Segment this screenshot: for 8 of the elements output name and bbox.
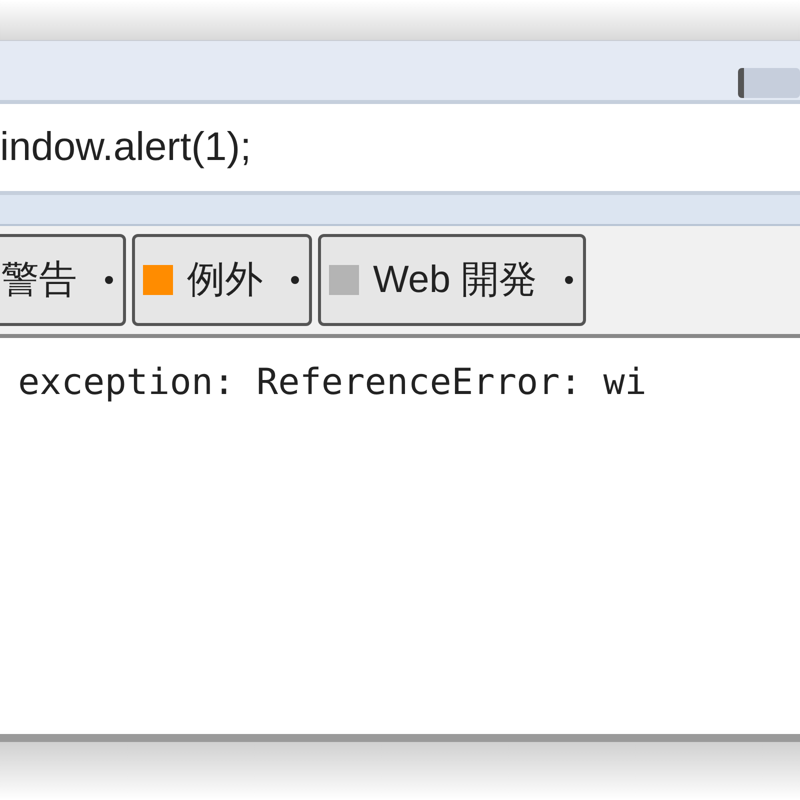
filter-button[interactable]: 例外 (132, 234, 312, 326)
dropdown-icon (565, 276, 574, 284)
filter-button[interactable]: 警告 (0, 234, 126, 326)
dropdown-icon (291, 276, 299, 284)
filter-button[interactable]: Web 開発 (318, 234, 586, 326)
scrollbar-thumb[interactable] (738, 68, 800, 98)
dropdown-icon (105, 276, 113, 284)
log-message: exception: ReferenceError: wi (18, 361, 648, 405)
